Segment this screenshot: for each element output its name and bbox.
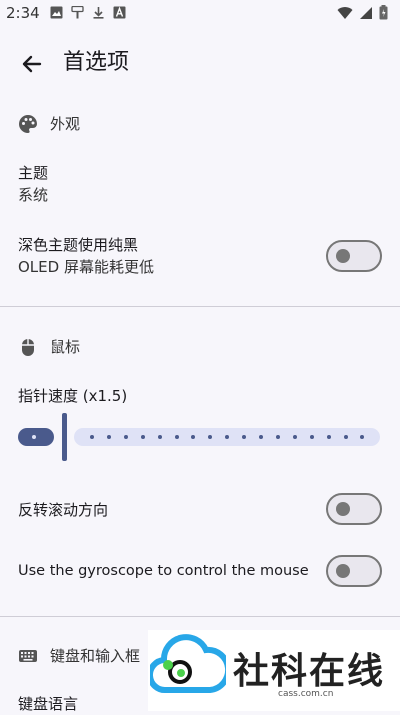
watermark: 社科在线 cass.com.cn: [148, 630, 400, 711]
slider-tick: [32, 435, 36, 439]
slider-tick: [140, 435, 145, 439]
switch-thumb: [336, 249, 350, 263]
section-divider: [0, 306, 400, 307]
slider-tick: [292, 435, 297, 439]
section-keyboard-title: 键盘和输入框: [50, 647, 141, 665]
page-title: 首选项: [63, 50, 130, 75]
status-bar: 2:34: [0, 0, 400, 28]
section-mouse-header: 鼠标: [18, 336, 80, 357]
signal-icon: [359, 5, 373, 24]
slider-tick: [106, 435, 111, 439]
pref-gyroscope-title: Use the gyroscope to control the mouse: [18, 563, 309, 579]
cloud-logo-icon: [150, 634, 226, 694]
pref-gyroscope[interactable]: Use the gyroscope to control the mouse: [18, 560, 309, 582]
slider-tick: [326, 435, 331, 439]
pref-keyboard-language-title: 键盘语言: [18, 695, 79, 713]
slider-active-track: [18, 428, 54, 446]
font-icon: [113, 6, 126, 19]
slider-tick: [275, 435, 280, 439]
back-arrow-icon: [22, 55, 42, 73]
pref-theme[interactable]: 主题 系统: [18, 162, 48, 206]
pointer-speed-label: 指针速度 (x1.5): [18, 387, 128, 405]
slider-handle[interactable]: [62, 413, 67, 461]
back-button[interactable]: [16, 48, 48, 80]
key-icon: [71, 5, 84, 19]
pref-theme-summary: 系统: [18, 186, 49, 204]
slider-tick: [90, 435, 94, 439]
pref-theme-title: 主题: [18, 164, 49, 182]
section-mouse-title: 鼠标: [50, 338, 81, 356]
watermark-text: 社科在线: [233, 651, 386, 692]
slider-tick: [309, 435, 314, 439]
mouse-icon: [18, 337, 38, 357]
status-time: 2:34: [6, 4, 40, 22]
watermark-url: cass.com.cn: [278, 689, 334, 699]
gyroscope-switch[interactable]: [326, 555, 382, 587]
slider-tick: [174, 435, 179, 439]
pointer-speed-slider[interactable]: [18, 413, 382, 461]
section-appearance-header: 外观: [18, 113, 80, 134]
slider-tick: [343, 435, 348, 439]
section-appearance-title: 外观: [50, 115, 81, 133]
switch-thumb: [336, 502, 350, 516]
wifi-icon: [337, 5, 353, 24]
pref-reverse-scroll-title: 反转滚动方向: [18, 501, 109, 519]
slider-tick: [157, 435, 162, 439]
reverse-scroll-switch[interactable]: [326, 493, 382, 525]
app-bar: 首选项: [0, 36, 400, 92]
section-divider: [0, 616, 400, 617]
battery-icon: [379, 5, 388, 24]
pref-black-theme-title: 深色主题使用纯黑: [18, 236, 139, 254]
slider-tick: [259, 435, 263, 439]
system-icons: [337, 5, 388, 24]
section-keyboard-header: 键盘和输入框: [18, 645, 140, 666]
palette-icon: [18, 114, 38, 134]
keyboard-icon: [18, 646, 38, 666]
notification-icons: [50, 5, 126, 19]
image-icon: [50, 6, 63, 19]
pref-keyboard-language[interactable]: 键盘语言: [18, 693, 78, 715]
black-theme-switch[interactable]: [326, 240, 382, 272]
switch-thumb: [336, 564, 350, 578]
pref-black-theme-summary: OLED 屏幕能耗更低: [18, 258, 154, 276]
download-icon: [92, 6, 105, 19]
slider-tick: [123, 435, 128, 439]
pref-black-theme[interactable]: 深色主题使用纯黑 OLED 屏幕能耗更低: [18, 234, 154, 278]
pref-reverse-scroll[interactable]: 反转滚动方向: [18, 499, 108, 521]
